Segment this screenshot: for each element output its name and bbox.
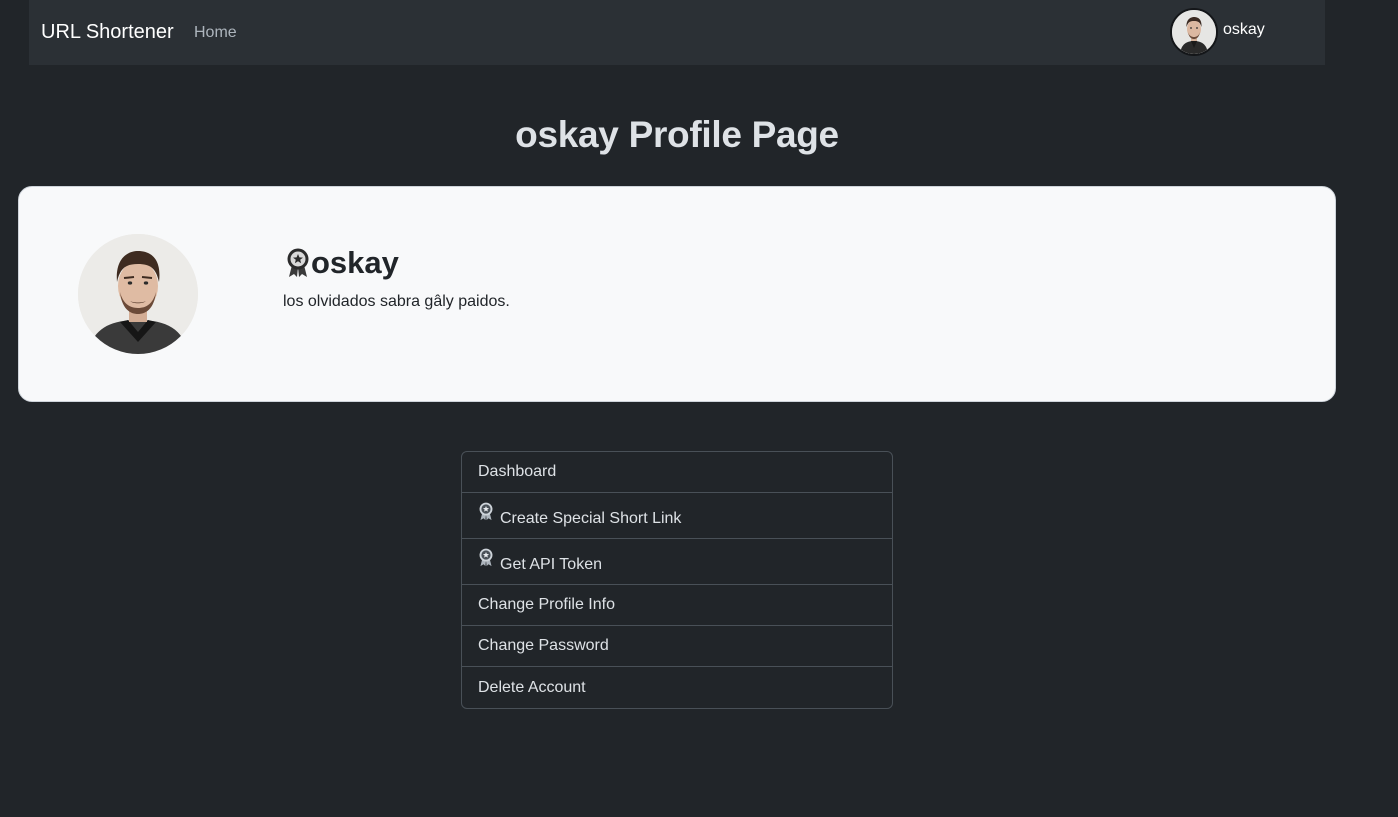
- profile-bio: los olvidados sabra gâly paidos.: [283, 293, 510, 310]
- account-menu: Dashboard Create Special Short Link Get …: [461, 451, 893, 709]
- profile-username: oskay: [311, 245, 399, 280]
- profile-avatar: [78, 234, 198, 354]
- profile-card: oskay los olvidados sabra gâly paidos.: [18, 186, 1336, 402]
- menu-item-create-special-short-link[interactable]: Create Special Short Link: [462, 493, 892, 539]
- navbar: URL Shortener Home oskay: [29, 0, 1325, 65]
- menu-item-label: Change Password: [478, 637, 609, 654]
- nav-home-link[interactable]: Home: [194, 23, 237, 43]
- menu-item-label: Dashboard: [478, 463, 557, 480]
- profile-name: oskay: [285, 243, 399, 283]
- premium-badge-icon: [478, 548, 494, 572]
- menu-item-dashboard[interactable]: Dashboard: [462, 452, 892, 493]
- menu-item-label: Delete Account: [478, 678, 586, 696]
- user-menu[interactable]: oskay: [1170, 8, 1265, 56]
- user-avatar[interactable]: [1170, 8, 1218, 56]
- menu-item-delete-account[interactable]: Delete Account: [462, 667, 892, 708]
- menu-item-change-profile-info[interactable]: Change Profile Info: [462, 585, 892, 626]
- menu-item-change-password[interactable]: Change Password: [462, 626, 892, 667]
- profile-photo-icon: [78, 234, 198, 354]
- premium-badge-icon: [478, 502, 494, 526]
- menu-item-label: Create Special Short Link: [500, 510, 682, 527]
- menu-item-get-api-token[interactable]: Get API Token: [462, 539, 892, 585]
- brand-link[interactable]: URL Shortener: [41, 20, 174, 44]
- avatar-photo-icon: [1172, 10, 1216, 54]
- page-title: oskay Profile Page: [515, 114, 839, 155]
- premium-badge-icon: [285, 248, 311, 283]
- nav-username[interactable]: oskay: [1223, 21, 1265, 39]
- menu-item-label: Change Profile Info: [478, 596, 615, 613]
- menu-item-label: Get API Token: [500, 556, 602, 573]
